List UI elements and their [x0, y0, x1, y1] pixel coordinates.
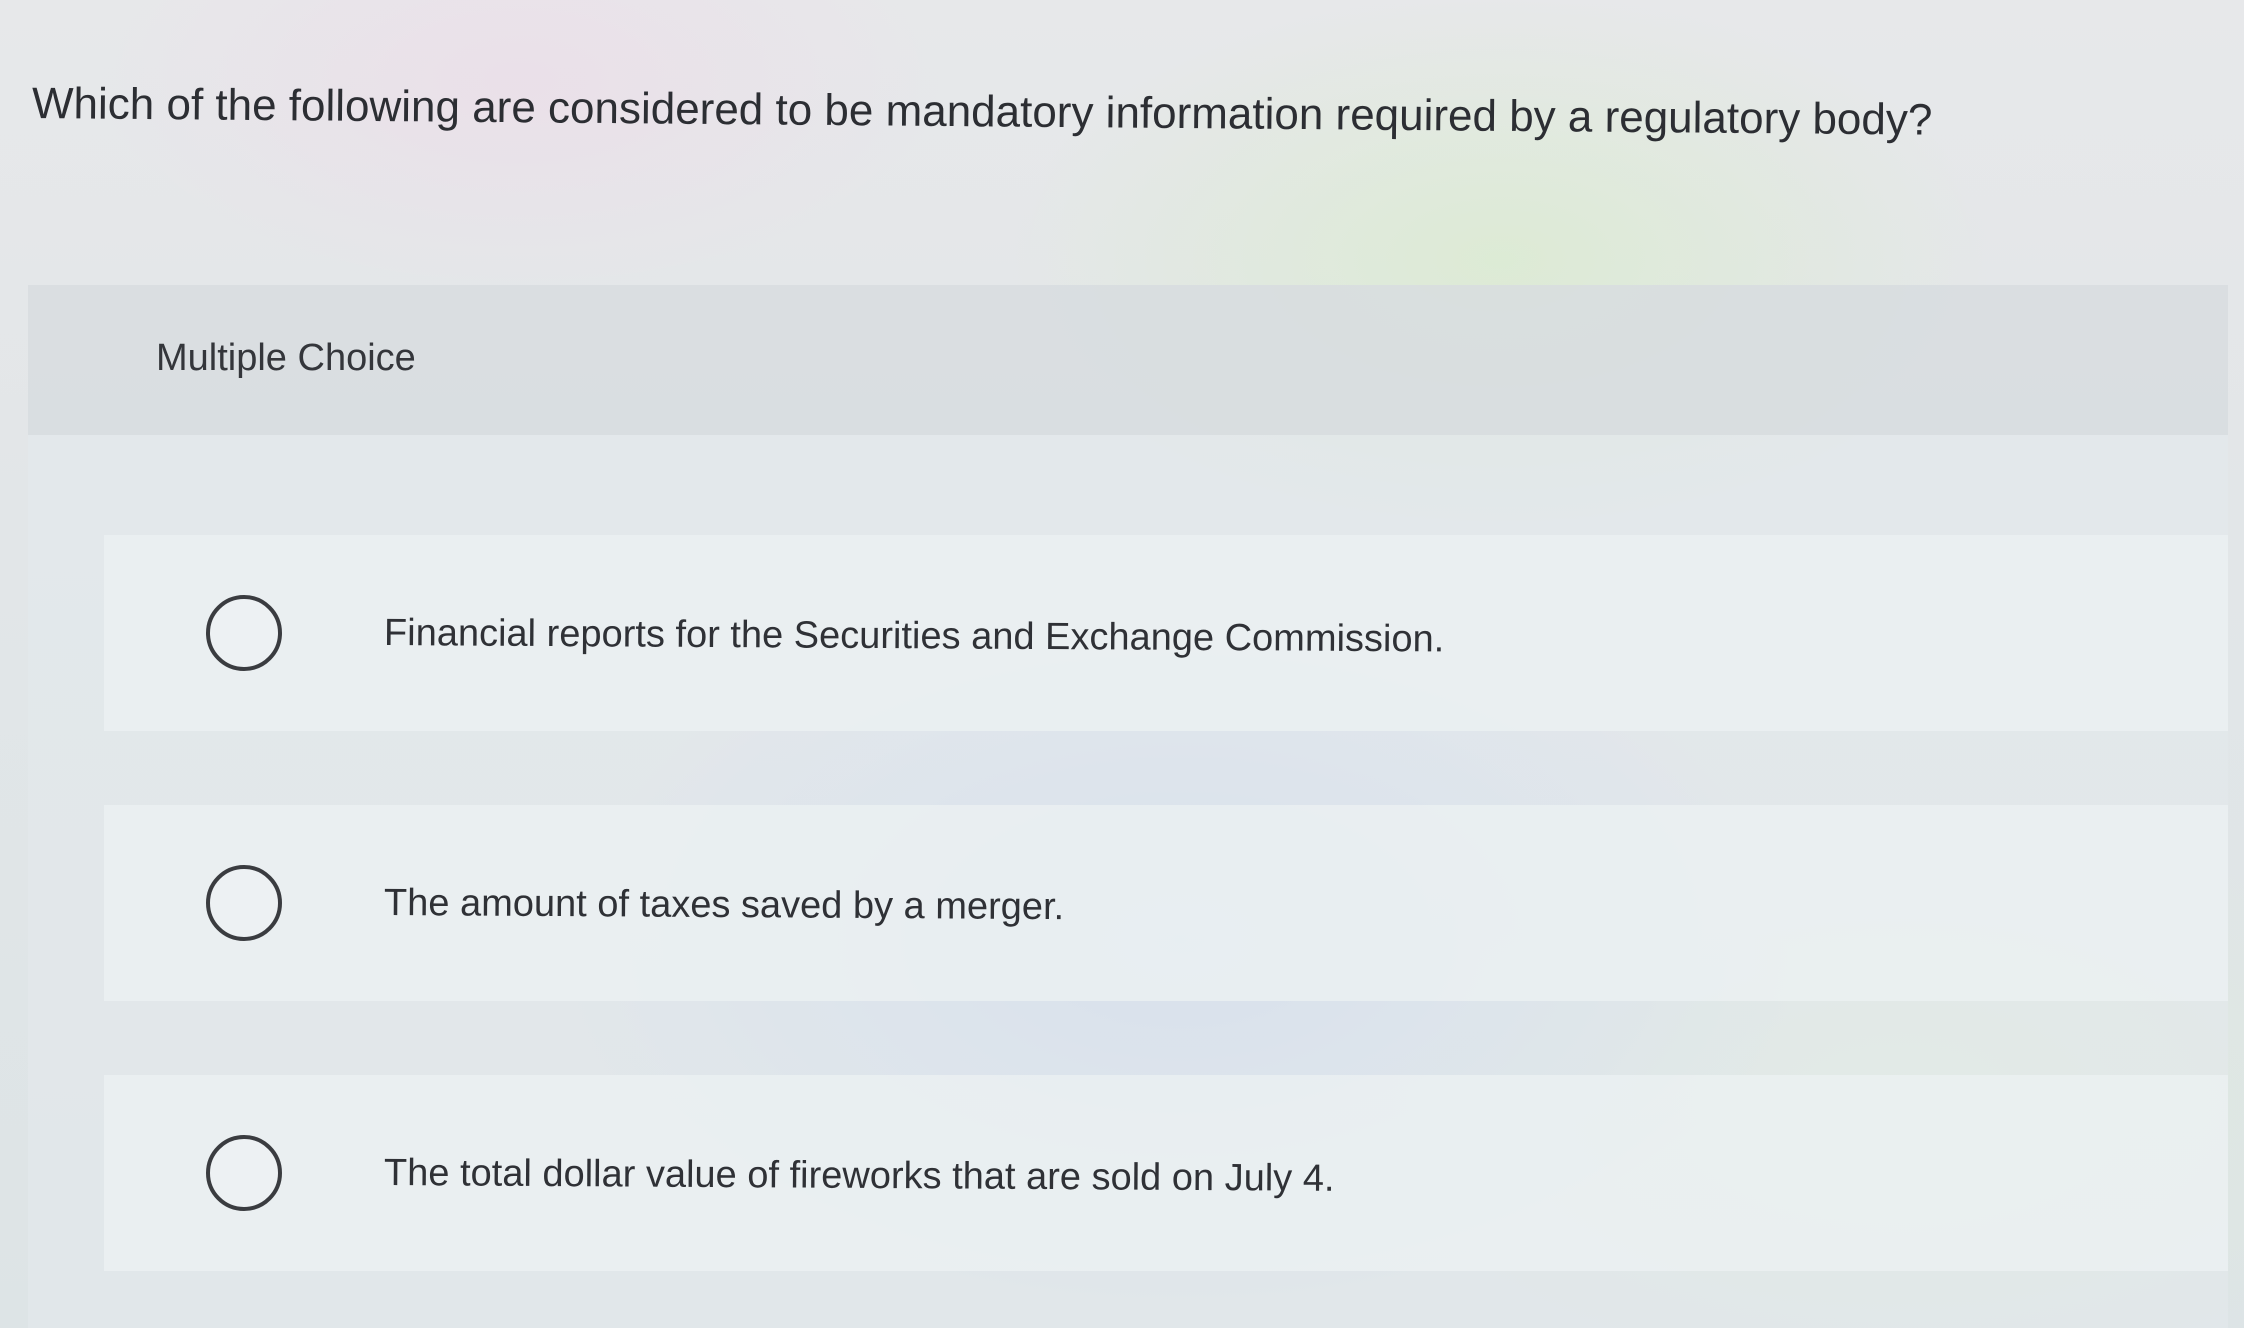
- radio-button-icon[interactable]: [206, 1135, 282, 1211]
- answer-option-label: The total dollar value of fireworks that…: [383, 1152, 1335, 1200]
- radio-button-icon[interactable]: [206, 865, 282, 941]
- question-text: Which of the following are considered to…: [31, 79, 1933, 145]
- answer-option-label: Financial reports for the Securities and…: [383, 612, 1445, 661]
- answer-option-3[interactable]: The total dollar value of fireworks that…: [104, 1075, 2228, 1271]
- question-type-label: Multiple Choice: [156, 337, 416, 379]
- answer-option-1[interactable]: Financial reports for the Securities and…: [104, 535, 2228, 731]
- answer-option-label: The amount of taxes saved by a merger.: [383, 882, 1065, 929]
- radio-button-icon[interactable]: [206, 595, 282, 671]
- answer-option-2[interactable]: The amount of taxes saved by a merger.: [104, 805, 2228, 1001]
- panel-header: Multiple Choice: [28, 285, 2228, 435]
- multiple-choice-panel: Multiple Choice Financial reports for th…: [28, 285, 2228, 1328]
